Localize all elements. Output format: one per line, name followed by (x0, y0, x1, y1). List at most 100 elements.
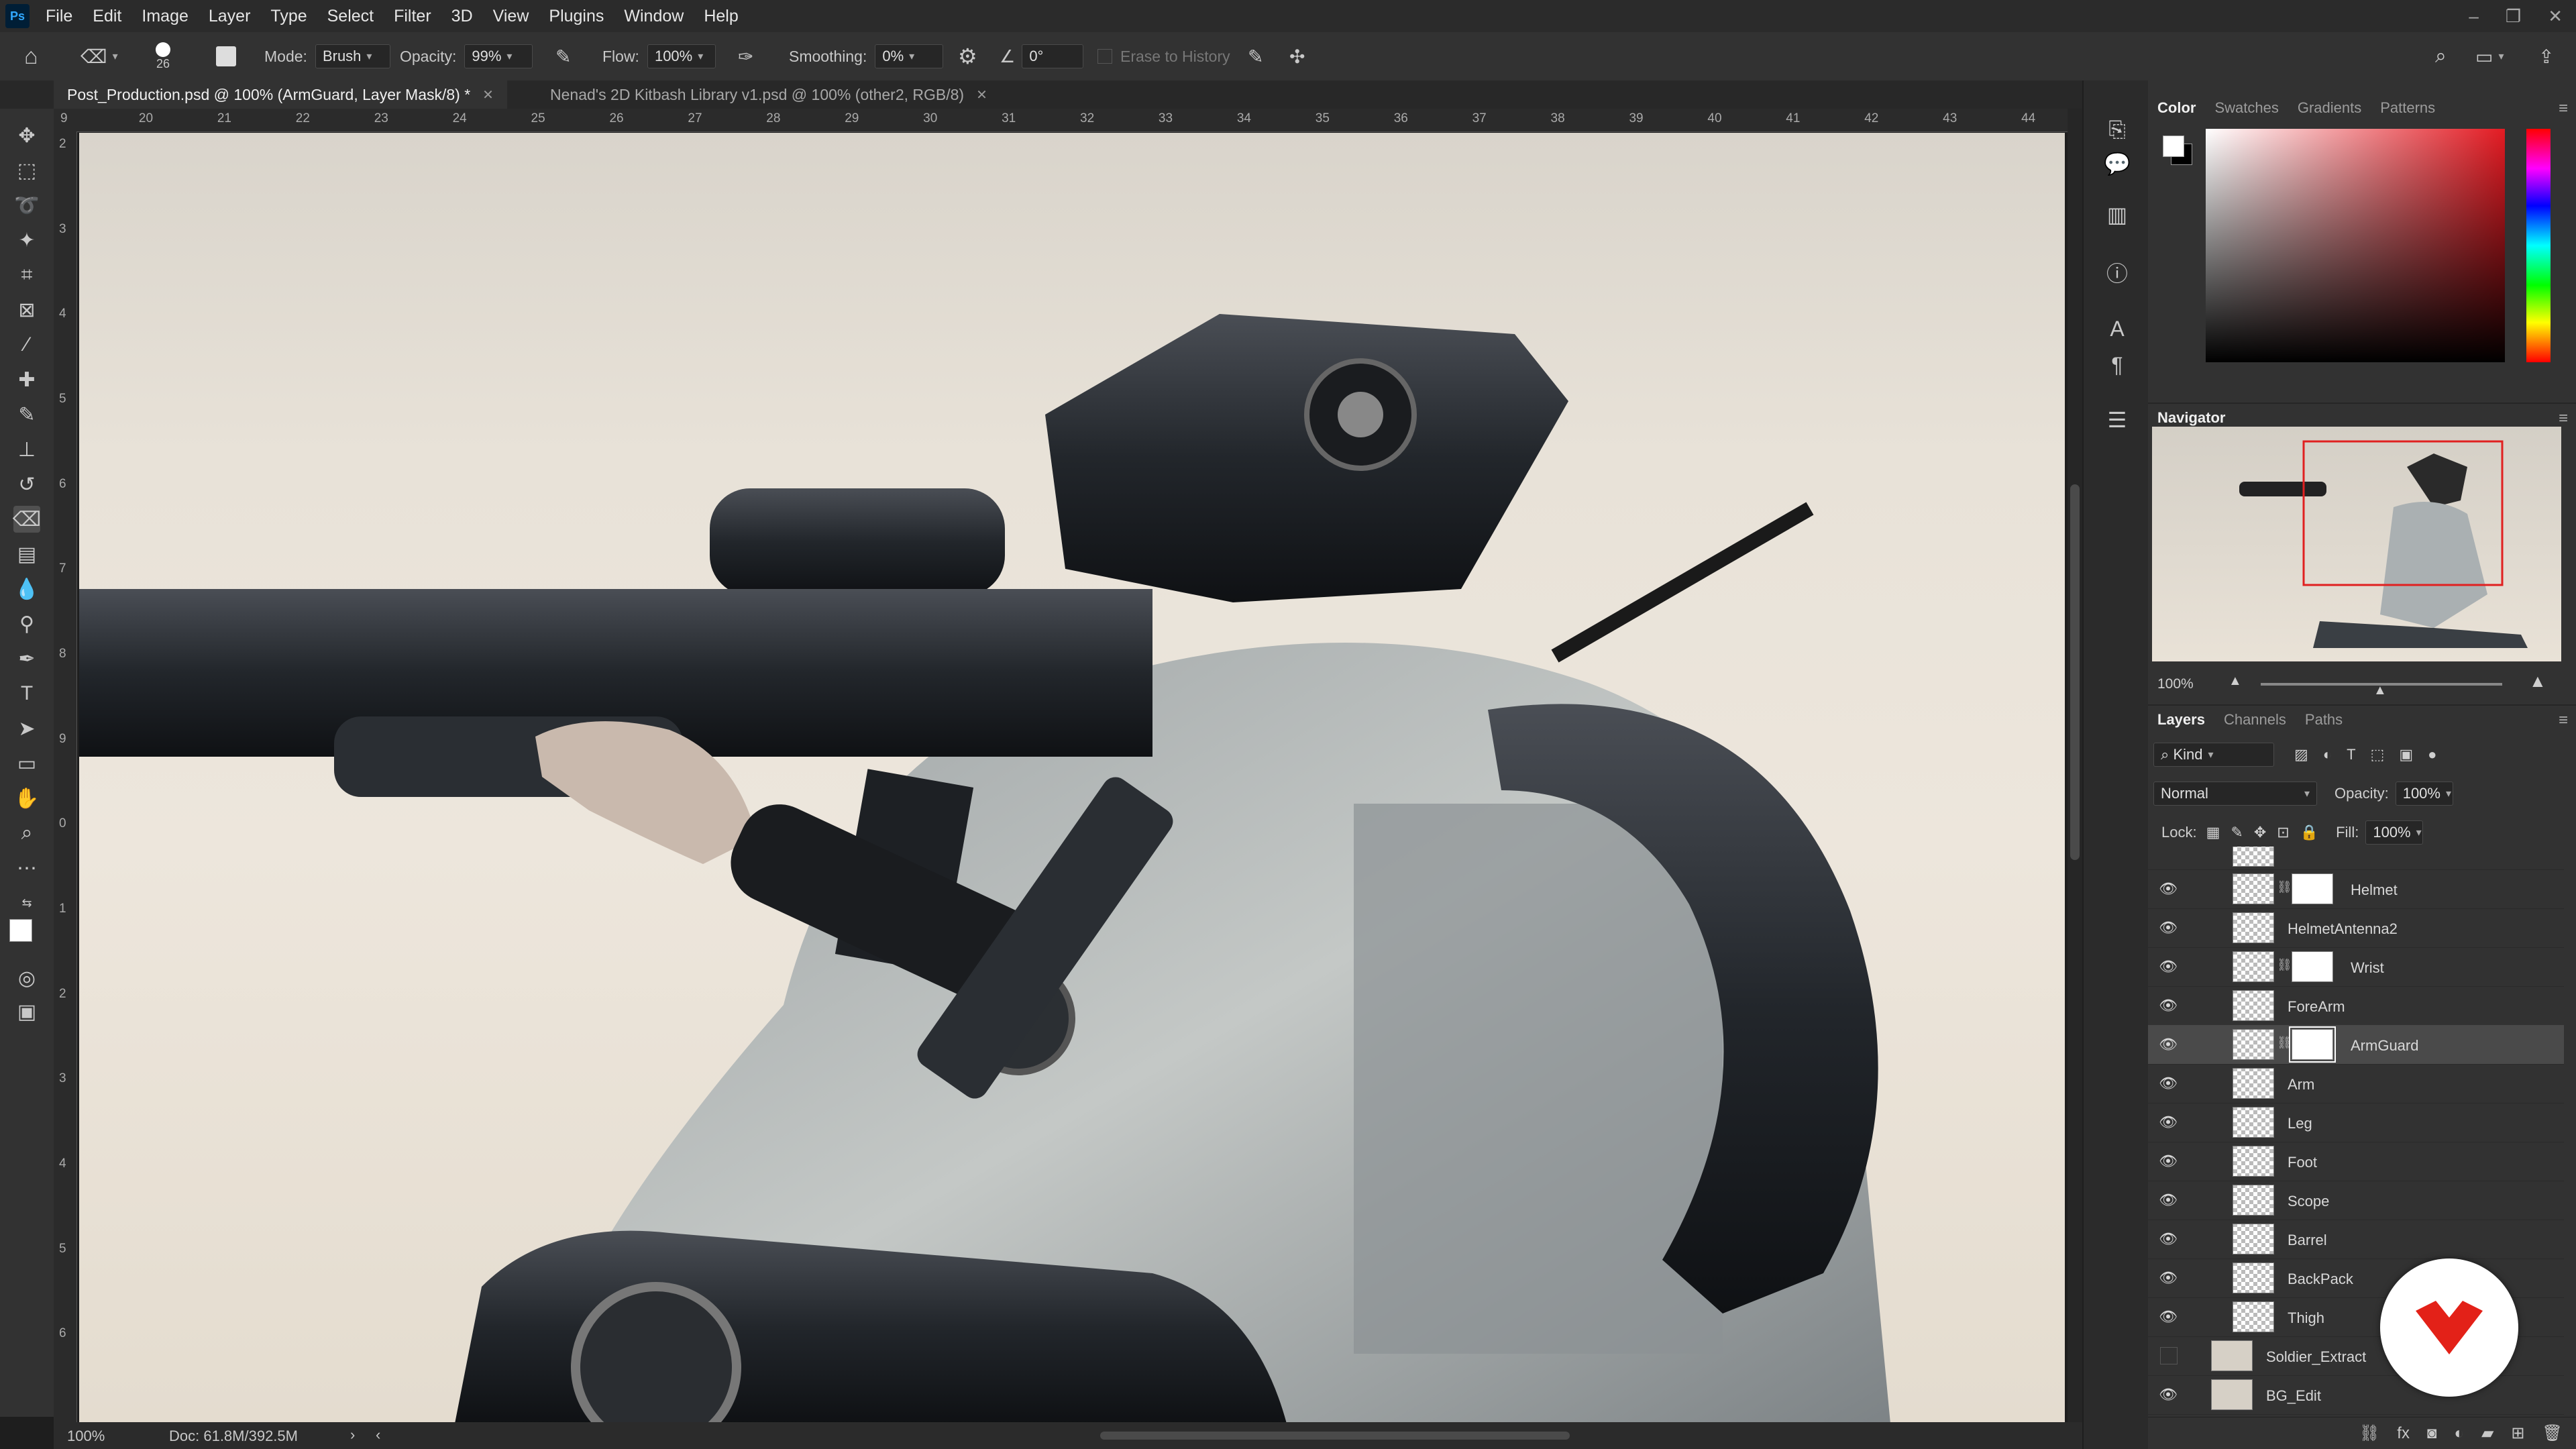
tab-gradients[interactable]: Gradients (2298, 99, 2361, 117)
dodge-tool-icon[interactable]: ⚲ (13, 610, 40, 637)
menu-image[interactable]: Image (142, 7, 188, 26)
canvas-vertical-scrollbar[interactable] (2068, 109, 2082, 1422)
layer-row-leg[interactable]: 👁 Leg (2148, 1103, 2564, 1142)
angle-field[interactable]: 0° (1022, 44, 1084, 68)
clone-stamp-tool-icon[interactable]: ⊥ (13, 436, 40, 463)
eraser-tool-icon[interactable]: ⌫ (13, 506, 41, 533)
filter-pixel-icon[interactable]: ▨ (2294, 746, 2308, 763)
layer-row-foot[interactable]: 👁 Foot (2148, 1142, 2564, 1181)
tab-layers[interactable]: Layers (2157, 711, 2205, 729)
swap-colors-icon[interactable]: ⇆ (13, 890, 40, 916)
pen-tool-icon[interactable]: ✒ (13, 645, 40, 672)
tab-kitbash-library[interactable]: Nenad's 2D Kitbash Library v1.psd @ 100%… (537, 80, 1001, 109)
workspace-icon[interactable]: ▭ ▾ (2475, 32, 2504, 80)
move-tool-icon[interactable]: ✥ (13, 122, 40, 149)
layer-row-armguard[interactable]: 👁 ⛓ ArmGuard (2148, 1025, 2564, 1065)
lock-position-icon[interactable]: ✥ (2254, 824, 2266, 841)
layer-row-helmet[interactable]: 👁 ⛓ Helmet (2148, 869, 2564, 909)
gear-icon[interactable]: ⚙ (958, 32, 977, 80)
info-icon[interactable]: ⓘ (2104, 259, 2131, 286)
gradient-tool-icon[interactable]: ▤ (13, 541, 40, 568)
menu-view[interactable]: View (493, 7, 529, 26)
eye-icon[interactable]: 👁 (2159, 919, 2178, 936)
adjustment-layer-icon[interactable]: ◐ (2454, 1424, 2464, 1443)
tab-color[interactable]: Color (2157, 99, 2196, 117)
panel-menu-icon[interactable]: ≡ (2559, 99, 2568, 118)
status-menu-chevron-icon[interactable]: › (350, 1426, 355, 1444)
screen-mode-icon[interactable]: ▣ (13, 998, 40, 1025)
new-layer-icon[interactable]: ⊞ (2511, 1424, 2524, 1443)
navigator-zoom[interactable]: 100% (2157, 676, 2194, 692)
menu-help[interactable]: Help (704, 7, 738, 26)
eye-icon[interactable]: 👁 (2159, 1114, 2178, 1130)
eye-icon[interactable]: 👁 (2159, 997, 2178, 1014)
panel-menu-icon[interactable]: ≡ (2559, 711, 2568, 730)
close-icon[interactable]: ✕ (976, 87, 987, 103)
layer-mask-thumbnail[interactable] (2292, 873, 2333, 904)
crop-tool-icon[interactable]: ⌗ (13, 262, 40, 288)
chain-link-icon[interactable]: ⛓ (2277, 958, 2292, 972)
tab-swatches[interactable]: Swatches (2214, 99, 2278, 117)
home-icon[interactable]: ⌂ (24, 32, 38, 80)
layer-row-barrel[interactable]: 👁 Barrel (2148, 1220, 2564, 1259)
eye-icon[interactable]: 👁 (2159, 1230, 2178, 1247)
history-brush-tool-icon[interactable]: ↺ (13, 471, 40, 498)
eyedropper-tool-icon[interactable]: ⁄ (13, 331, 40, 358)
quick-mask-icon[interactable]: ◎ (13, 965, 40, 991)
trash-icon[interactable]: 🗑 (2542, 1424, 2563, 1443)
menu-window[interactable]: Window (624, 7, 684, 26)
fill-field[interactable]: 100% ▾ (2365, 820, 2424, 845)
layer-row-forearm[interactable]: 👁 ForeArm (2148, 986, 2564, 1026)
zoom-in-icon[interactable]: ▲ (2529, 671, 2546, 692)
eraser-tool-preset[interactable]: ⌫ ▾ (80, 32, 118, 80)
frame-tool-icon[interactable]: ⊠ (13, 297, 40, 323)
blur-tool-icon[interactable]: 💧 (13, 576, 40, 602)
layer-mask-thumbnail[interactable] (2292, 951, 2333, 982)
share-icon[interactable]: ⇪ (2538, 32, 2554, 80)
add-mask-icon[interactable]: ◙ (2427, 1424, 2437, 1443)
navigator-thumbnail[interactable] (2152, 427, 2561, 661)
pressure-size-icon[interactable]: ✎ (1248, 32, 1263, 80)
minimize-icon[interactable]: – (2469, 6, 2478, 27)
zoom-tool-icon[interactable]: ⌕ (13, 820, 40, 847)
history-icon[interactable]: ⎘ (2104, 117, 2131, 144)
navigator-zoom-thumb[interactable]: ▲ (2373, 683, 2387, 698)
scroll-thumb[interactable] (2070, 484, 2080, 860)
eye-icon[interactable]: 👁 (2159, 958, 2178, 975)
layer-row-partial[interactable] (2148, 847, 2564, 870)
layer-opacity-field[interactable]: 100% ▾ (2395, 782, 2453, 806)
lasso-tool-icon[interactable]: ➰ (13, 192, 40, 219)
histogram-icon[interactable]: ▥ (2104, 201, 2131, 228)
hue-slider[interactable] (2526, 129, 2551, 362)
eye-icon[interactable]: 👁 (2159, 1152, 2178, 1169)
lock-transparent-icon[interactable]: ▦ (2206, 824, 2220, 841)
filter-type-icon[interactable]: T (2347, 746, 2355, 763)
chain-link-icon[interactable]: ⛓ (2277, 880, 2292, 894)
path-select-tool-icon[interactable]: ➤ (13, 715, 40, 742)
eye-icon[interactable]: 👁 (2159, 1308, 2178, 1325)
flow-field[interactable]: 100% ▾ (647, 44, 716, 68)
layer-row-helmetantenna2[interactable]: 👁 HelmetAntenna2 (2148, 908, 2564, 948)
erase-history-checkbox[interactable] (1097, 49, 1112, 64)
tab-post-production[interactable]: Post_Production.psd @ 100% (ArmGuard, La… (54, 80, 507, 109)
mode-dropdown[interactable]: Brush ▾ (315, 44, 390, 68)
hscroll-left-icon[interactable]: ‹ (376, 1426, 380, 1444)
airbrush-icon[interactable]: ✑ (738, 32, 753, 80)
filter-smart-object-icon[interactable]: ▣ (2399, 746, 2413, 763)
menu-filter[interactable]: Filter (394, 7, 431, 26)
eye-icon[interactable]: 👁 (2159, 1036, 2178, 1053)
smoothing-field[interactable]: 0% ▾ (875, 44, 944, 68)
more-tools-icon[interactable]: ⋯ (13, 855, 40, 881)
foreground-color-swatch[interactable] (9, 919, 32, 942)
filter-kind-dropdown[interactable]: ⌕ Kind ▾ (2153, 743, 2274, 767)
brush-preset-picker[interactable]: 26 (156, 32, 170, 80)
chain-link-icon[interactable]: ⛓ (2277, 1036, 2292, 1050)
rectangle-tool-icon[interactable]: ▭ (13, 750, 40, 777)
paragraph-icon[interactable]: ¶ (2104, 352, 2131, 378)
brush-tool-icon[interactable]: ✎ (13, 401, 40, 428)
layer-row-arm[interactable]: 👁 Arm (2148, 1064, 2564, 1104)
menu-file[interactable]: File (46, 7, 72, 26)
panel-menu-icon[interactable]: ≡ (2559, 409, 2568, 428)
marquee-tool-icon[interactable]: ⬚ (13, 157, 40, 184)
restore-icon[interactable]: ❐ (2506, 6, 2521, 27)
